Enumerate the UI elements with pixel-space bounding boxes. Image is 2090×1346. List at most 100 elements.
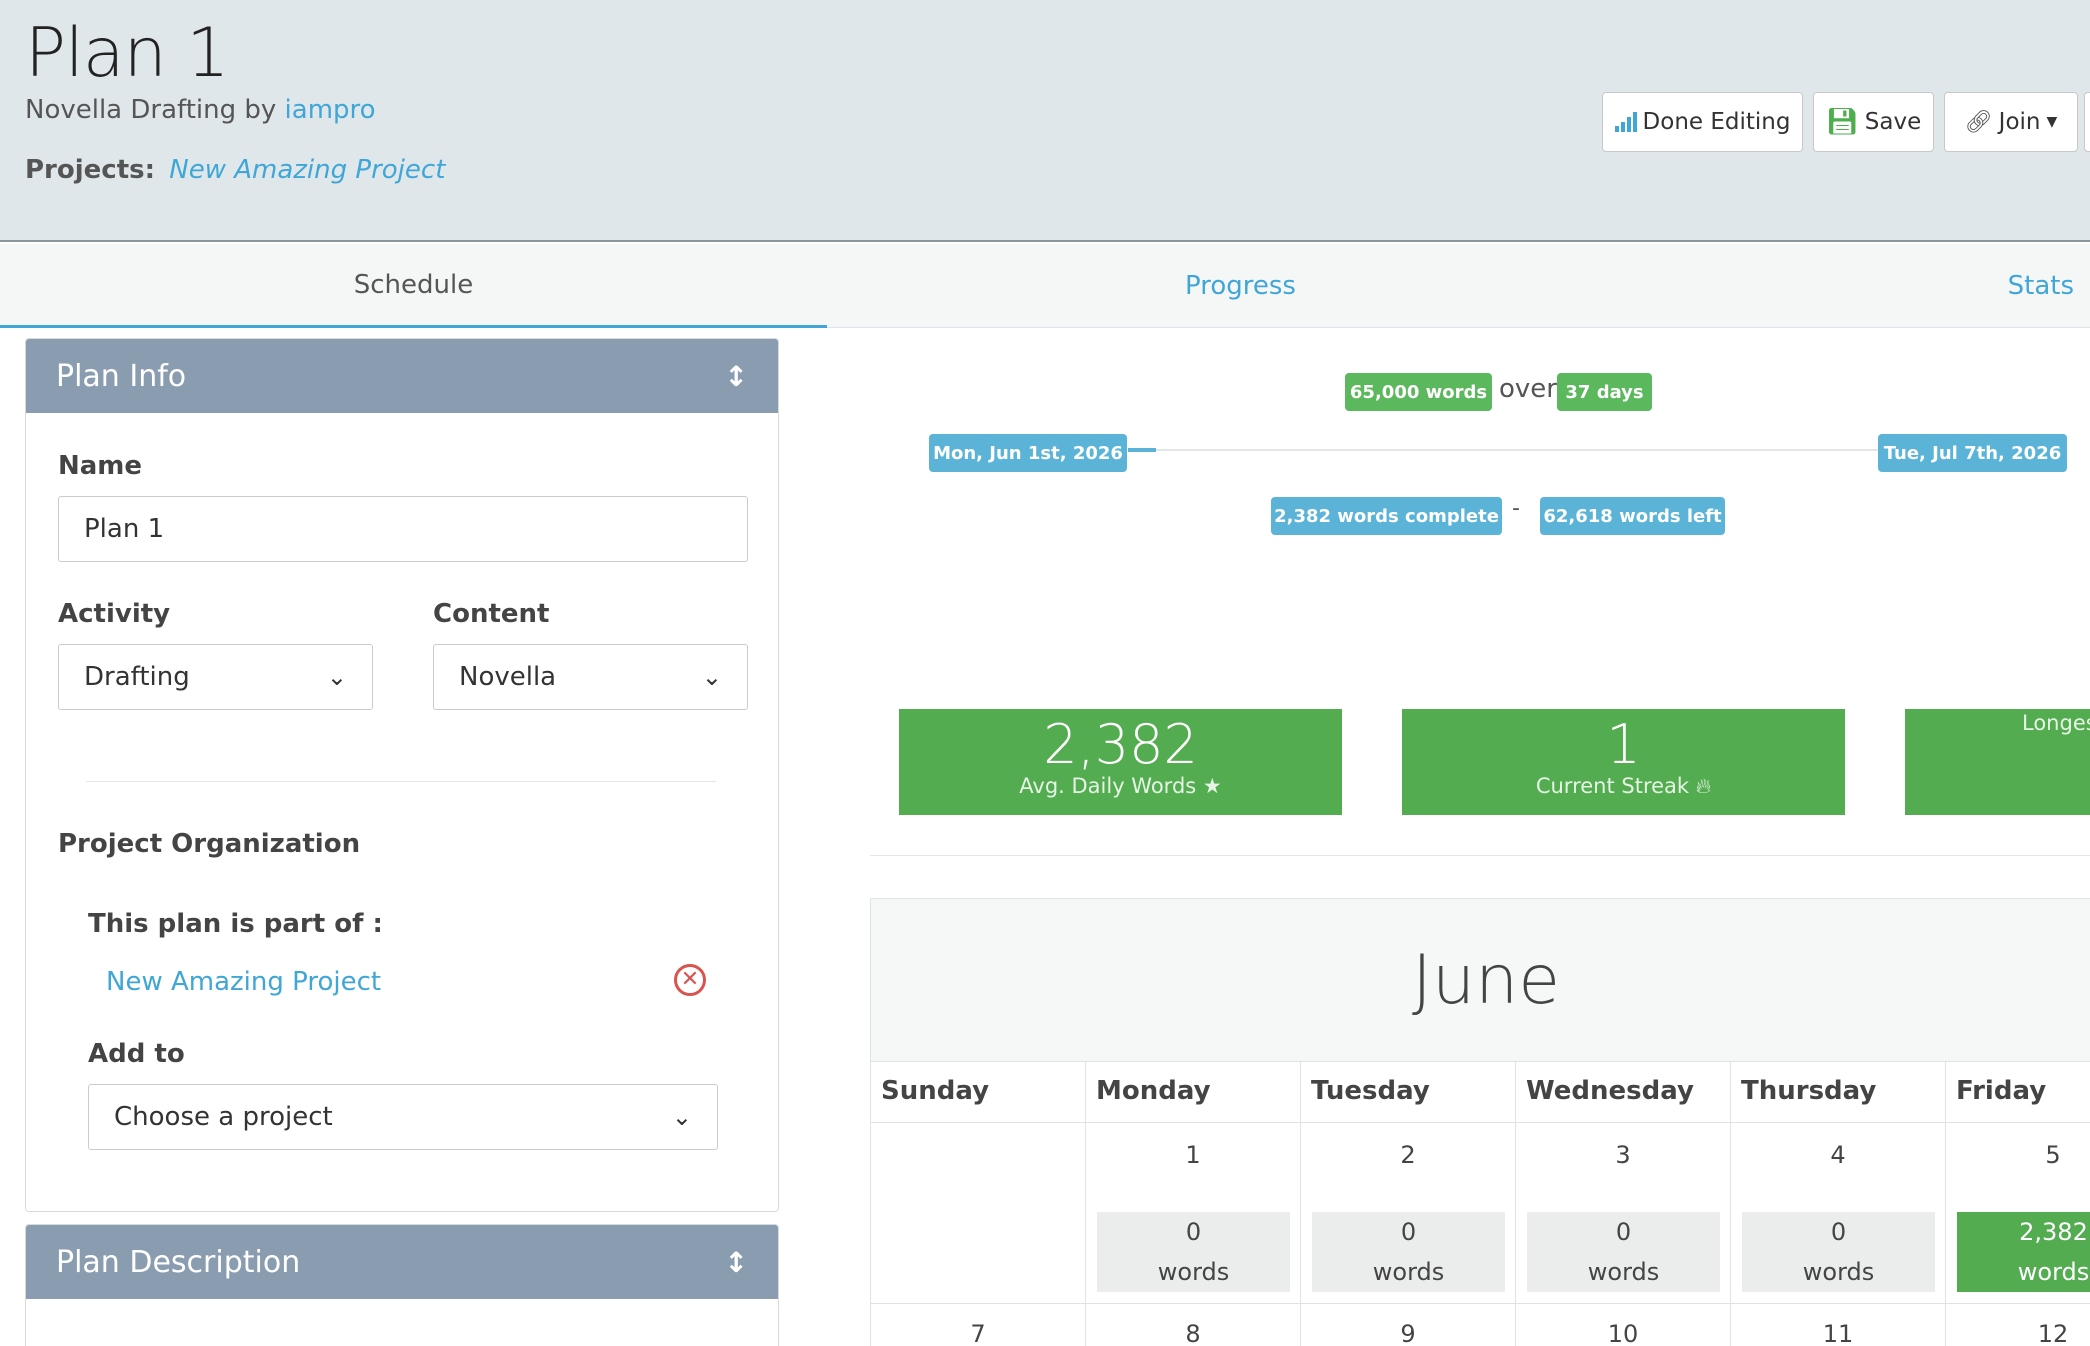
name-input[interactable]: Plan 1 <box>58 496 748 562</box>
remove-circle-icon[interactable]: ✕ <box>674 964 706 996</box>
word-count-value: 0 <box>1830 1218 1847 1246</box>
calendar-day[interactable]: 8 <box>1086 1304 1301 1346</box>
save-button[interactable]: 💾︎ Save <box>1813 92 1934 152</box>
caret-down-icon: ▼ <box>2046 114 2058 130</box>
activity-select-value: Drafting <box>84 662 190 692</box>
calendar-day[interactable]: 1 0 words <box>1086 1123 1301 1304</box>
plan-description-panel: Plan Description ↕ <box>25 1224 779 1346</box>
section-divider <box>86 781 716 782</box>
calendar-day[interactable]: 2 0 words <box>1301 1123 1516 1304</box>
save-label: Save <box>1864 109 1922 135</box>
stat-caption: Avg. Daily Words ★ <box>899 774 1342 798</box>
day-header-sunday: Sunday <box>871 1061 1086 1123</box>
month-calendar: June Sunday Monday Tuesday Wednesday Thu… <box>870 898 2090 1346</box>
day-header-monday: Monday <box>1086 1061 1301 1123</box>
calendar-month-title: June <box>1411 940 1561 1020</box>
calendar-day[interactable]: 11 <box>1731 1304 1946 1346</box>
content-select-value: Novella <box>459 662 557 692</box>
day-word-count: 0 words <box>1527 1212 1720 1292</box>
day-header-friday: Friday <box>1946 1061 2090 1123</box>
words-complete-badge: 2,382 words complete <box>1271 497 1502 535</box>
word-count-value: 0 <box>1615 1218 1632 1246</box>
plan-description-title: Plan Description <box>56 1244 301 1280</box>
project-organization-label: Project Organization <box>58 829 361 859</box>
end-date-badge: Tue, Jul 7th, 2026 <box>1878 434 2067 472</box>
more-button[interactable] <box>2084 92 2090 152</box>
start-date-badge: Mon, Jun 1st, 2026 <box>929 434 1127 472</box>
goal-words-badge: 65,000 words <box>1345 373 1492 411</box>
day-word-count: 0 words <box>1312 1212 1505 1292</box>
activity-select[interactable]: Drafting ⌄ <box>58 644 373 710</box>
linked-project-link[interactable]: New Amazing Project <box>106 967 381 997</box>
join-dropdown-button[interactable]: 🔗︎ Join ▼ <box>1944 92 2078 152</box>
calendar-day[interactable]: 12 <box>1946 1304 2090 1346</box>
chevron-down-icon: ⌄ <box>326 663 347 691</box>
project-link[interactable]: New Amazing Project <box>169 155 445 185</box>
word-count-unit: words <box>2017 1258 2090 1286</box>
stats-divider <box>870 855 2090 856</box>
word-count-unit: words <box>1587 1258 1660 1286</box>
word-count-unit: words <box>1157 1258 1230 1286</box>
part-of-label: This plan is part of : <box>88 909 383 939</box>
page-title: Plan 1 <box>25 14 230 93</box>
stat-caption: Longes <box>2022 711 2090 735</box>
calendar-day[interactable]: 4 0 words <box>1731 1123 1946 1304</box>
day-header-thursday: Thursday <box>1731 1061 1946 1123</box>
chevron-down-icon: ⌄ <box>671 1103 692 1131</box>
day-number: 4 <box>1830 1141 1846 1169</box>
content-select[interactable]: Novella ⌄ <box>433 644 748 710</box>
word-count-value: 0 <box>1400 1218 1417 1246</box>
day-number: 1 <box>1185 1141 1201 1169</box>
stat-caption-text: Avg. Daily Words <box>1019 774 1197 798</box>
stat-longest-streak: Longes <box>1905 709 2090 815</box>
tab-stats[interactable]: Stats <box>1654 244 2090 328</box>
chevron-down-icon: ⌄ <box>701 663 722 691</box>
flame-icon: 🔥︎ <box>1695 774 1712 798</box>
progress-timeline <box>1128 448 1878 452</box>
calendar-day[interactable]: 3 0 words <box>1516 1123 1731 1304</box>
project-select[interactable]: Choose a project ⌄ <box>88 1084 718 1150</box>
done-editing-button[interactable]: Done Editing <box>1602 92 1803 152</box>
day-number: 5 <box>2045 1141 2061 1169</box>
word-count-unit: words <box>1802 1258 1875 1286</box>
plan-description-header[interactable]: Plan Description ↕ <box>26 1225 778 1299</box>
word-count-value: 0 <box>1185 1218 1202 1246</box>
day-word-count: 2,382 words <box>1957 1212 2090 1292</box>
word-count-value: 2,382 <box>2019 1218 2088 1246</box>
projects-label: Projects: <box>25 155 155 185</box>
tab-schedule[interactable]: Schedule <box>0 244 827 328</box>
day-number: 3 <box>1615 1141 1631 1169</box>
calendar-day[interactable]: 5 2,382 words <box>1946 1123 2090 1304</box>
plan-info-header[interactable]: Plan Info ↕ <box>26 339 778 413</box>
resize-vertical-icon[interactable]: ↕ <box>725 1246 748 1279</box>
words-left-badge: 62,618 words left <box>1540 497 1725 535</box>
stat-caption-text: Current Streak <box>1535 774 1690 798</box>
star-icon: ★ <box>1202 774 1222 798</box>
calendar-day[interactable]: 7 <box>871 1304 1086 1346</box>
plan-header: Plan 1 Novella Drafting by iampro Projec… <box>0 0 2090 242</box>
plan-info-panel: Plan Info ↕ Name Plan 1 Activity Draftin… <box>25 338 779 1212</box>
goal-days-badge: 37 days <box>1557 373 1652 411</box>
projects-line: Projects: New Amazing Project <box>25 155 445 185</box>
bar-chart-icon <box>1614 112 1637 132</box>
done-editing-label: Done Editing <box>1642 109 1791 135</box>
calendar-day[interactable]: 10 <box>1516 1304 1731 1346</box>
day-header-tuesday: Tuesday <box>1301 1061 1516 1123</box>
join-label: Join <box>1998 109 2041 135</box>
stat-value: 2,382 <box>1043 713 1198 776</box>
calendar-day[interactable]: 9 <box>1301 1304 1516 1346</box>
author-link[interactable]: iampro <box>285 95 376 125</box>
day-word-count: 0 words <box>1097 1212 1290 1292</box>
word-count-unit: words <box>1372 1258 1445 1286</box>
day-header-wednesday: Wednesday <box>1516 1061 1731 1123</box>
resize-vertical-icon[interactable]: ↕ <box>725 360 748 393</box>
day-word-count: 0 words <box>1742 1212 1935 1292</box>
name-input-value: Plan 1 <box>84 514 165 544</box>
stat-caption: Current Streak 🔥︎ <box>1402 774 1845 799</box>
subtitle-prefix: Novella Drafting by <box>25 95 277 125</box>
stat-current-streak: 1 Current Streak 🔥︎ <box>1402 709 1845 815</box>
stat-value: 1 <box>1606 713 1641 776</box>
tab-progress[interactable]: Progress <box>827 244 1654 328</box>
over-text: over <box>1499 374 1557 404</box>
save-icon: 💾︎ <box>1825 107 1859 137</box>
